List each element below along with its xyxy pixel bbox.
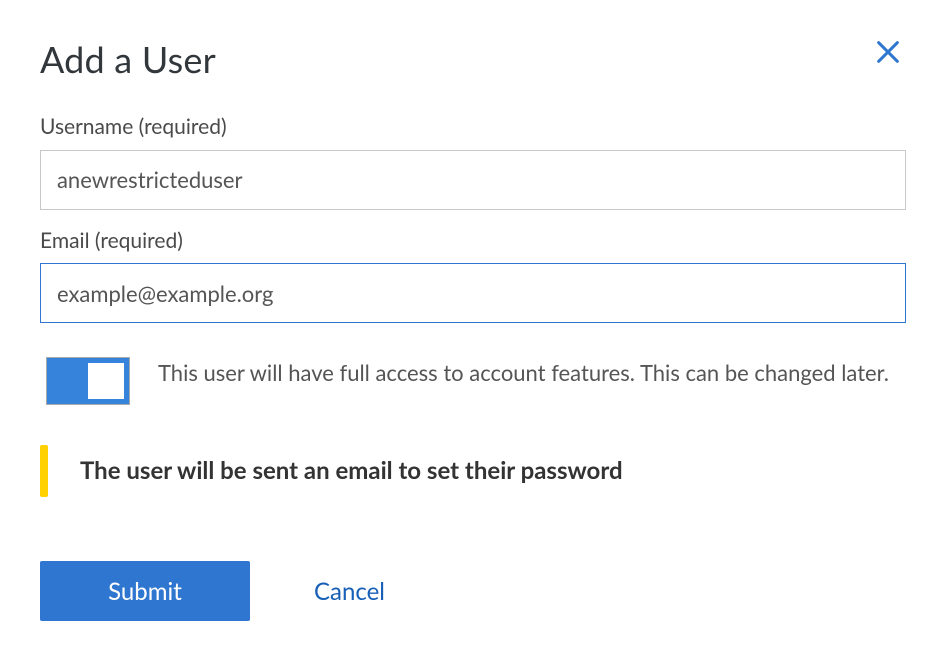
submit-button[interactable]: Submit (40, 561, 250, 621)
full-access-toggle[interactable] (46, 357, 130, 405)
cancel-button[interactable]: Cancel (314, 577, 385, 606)
full-access-description: This user will have full access to accou… (158, 357, 906, 389)
close-button[interactable] (870, 34, 906, 70)
username-field: Username (required) (40, 112, 906, 209)
toggle-knob (88, 363, 124, 399)
password-email-notice: The user will be sent an email to set th… (40, 445, 906, 497)
close-icon (874, 38, 902, 66)
notice-bar (40, 445, 48, 497)
username-input[interactable] (40, 150, 906, 210)
notice-message: The user will be sent an email to set th… (80, 454, 623, 488)
username-label: Username (required) (40, 112, 906, 141)
dialog-actions: Submit Cancel (40, 561, 906, 621)
dialog-title: Add a User (40, 34, 906, 84)
email-field: Email (required) (40, 226, 906, 323)
email-input[interactable] (40, 263, 906, 323)
add-user-dialog: Add a User Username (required) Email (re… (0, 0, 946, 672)
email-label: Email (required) (40, 226, 906, 255)
full-access-row: This user will have full access to accou… (40, 357, 906, 405)
